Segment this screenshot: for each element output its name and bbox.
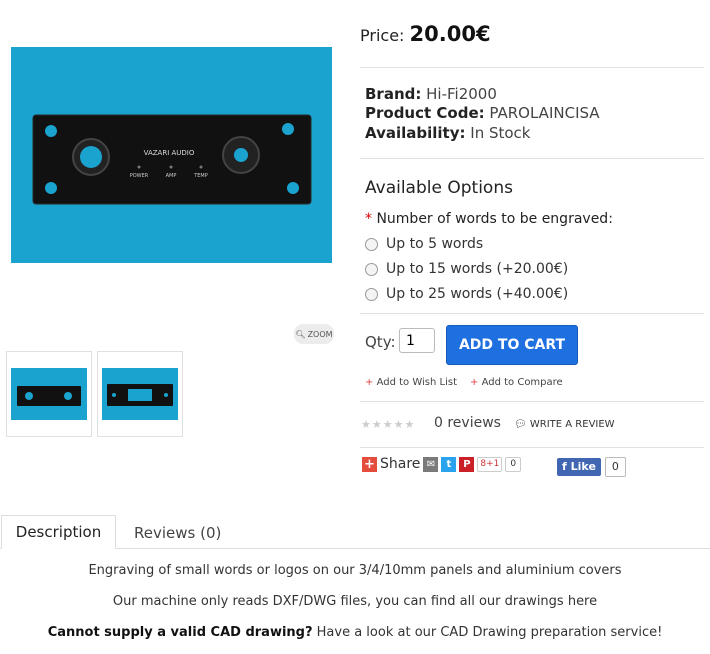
plus-icon: +: [470, 377, 479, 388]
product-code-row: Product Code: PAROLAINCISA: [365, 104, 600, 122]
product-code-value: PAROLAINCISA: [489, 104, 600, 122]
wishlist-label: Add to Wish List: [376, 377, 457, 388]
qty-input[interactable]: [399, 328, 435, 353]
facebook-icon: f: [562, 460, 567, 473]
price-value: 20.00€: [409, 22, 491, 46]
write-review-link[interactable]: 💬︎ WRITE A REVIEW: [514, 419, 615, 430]
addthis-plus-icon[interactable]: +: [362, 456, 377, 472]
description-line-2[interactable]: Our machine only reads DXF/DWG files, yo…: [0, 594, 710, 609]
description-line-3-rest[interactable]: Have a look at our CAD Drawing preparati…: [313, 625, 663, 640]
brand-row: Brand: Hi-Fi2000: [365, 85, 497, 103]
divider: [360, 313, 704, 314]
option-field-text: Number of words to be engraved:: [376, 211, 613, 227]
magnifier-icon: 🔍︎: [295, 329, 306, 339]
zoom-button[interactable]: 🔍︎ ZOOM: [294, 324, 334, 344]
share-label[interactable]: Share: [380, 456, 420, 472]
thumbnail-1[interactable]: [6, 351, 92, 437]
option-radio-3[interactable]: Up to 25 words (+40.00€): [365, 286, 568, 302]
facebook-like-button[interactable]: f Like: [557, 458, 601, 476]
facebook-like-label: Like: [570, 460, 596, 473]
share-bar: + Share ✉ t P 8+1 0: [362, 456, 522, 472]
availability-row: Availability: In Stock: [365, 124, 531, 142]
add-to-wishlist-link[interactable]: + Add to Wish List: [365, 377, 457, 388]
price: Price: 20.00€: [360, 22, 491, 46]
facebook-like: f Like 0: [557, 457, 626, 477]
qty-label: Qty:: [365, 333, 396, 351]
reviews-count-link[interactable]: 0 reviews: [434, 415, 501, 431]
rating-stars: ★★★★★: [361, 418, 416, 431]
facebook-like-count: 0: [604, 457, 626, 477]
thumbnail-1-image: [11, 368, 87, 420]
description-line-1: Engraving of small words or logos on our…: [88, 563, 622, 578]
panel-label-temp: TEMP: [193, 173, 208, 179]
tab-description[interactable]: Description: [1, 515, 116, 549]
option-label: Up to 25 words (+40.00€): [386, 286, 569, 302]
price-label: Price:: [360, 26, 405, 45]
divider: [360, 401, 704, 402]
speech-bubble-icon: 💬︎: [514, 419, 527, 430]
option-label: Up to 5 words: [386, 236, 484, 252]
availability-label: Availability:: [365, 124, 466, 142]
panel-label-power: POWER: [130, 173, 149, 179]
email-icon[interactable]: ✉: [423, 456, 439, 472]
product-main-image[interactable]: VAZARI AUDIO POWER AMP TEMP: [11, 47, 332, 263]
zoom-label: ZOOM: [307, 329, 333, 339]
pinterest-icon[interactable]: P: [459, 456, 475, 472]
panel-brand-text: VAZARI AUDIO: [144, 149, 195, 157]
thumbnail-2-image: [102, 368, 178, 420]
add-to-compare-link[interactable]: + Add to Compare: [470, 377, 563, 388]
radio-button[interactable]: [365, 287, 378, 301]
plus-icon: +: [365, 377, 374, 388]
option-radio-1[interactable]: Up to 5 words: [365, 236, 483, 252]
radio-button[interactable]: [365, 262, 378, 276]
brand-value[interactable]: Hi-Fi2000: [426, 85, 497, 103]
panel-label-amp: AMP: [166, 173, 177, 179]
description-line-3-bold: Cannot supply a valid CAD drawing?: [47, 625, 313, 640]
panel-image: VAZARI AUDIO POWER AMP TEMP: [32, 114, 312, 205]
required-mark: *: [365, 211, 372, 227]
divider: [360, 158, 704, 159]
option-radio-2[interactable]: Up to 15 words (+20.00€): [365, 261, 568, 277]
option-field-label: * Number of words to be engraved:: [365, 211, 613, 227]
google-plus-count: 0: [505, 456, 522, 472]
description-line-3: Cannot supply a valid CAD drawing? Have …: [0, 625, 710, 640]
tab-reviews[interactable]: Reviews (0): [134, 524, 221, 542]
thumbnail-2[interactable]: [97, 351, 183, 437]
radio-button[interactable]: [365, 237, 378, 251]
available-options-title: Available Options: [365, 178, 513, 198]
add-to-cart-button[interactable]: ADD TO CART: [446, 325, 578, 365]
write-review-label: WRITE A REVIEW: [529, 419, 615, 430]
divider: [360, 447, 704, 448]
compare-label: Add to Compare: [481, 377, 563, 388]
twitter-icon[interactable]: t: [441, 456, 457, 472]
availability-value: In Stock: [470, 124, 531, 142]
divider: [360, 67, 704, 68]
brand-label: Brand:: [365, 85, 422, 103]
google-plus-button[interactable]: 8+1: [477, 456, 503, 472]
product-code-label: Product Code:: [365, 104, 485, 122]
option-label: Up to 15 words (+20.00€): [386, 261, 569, 277]
